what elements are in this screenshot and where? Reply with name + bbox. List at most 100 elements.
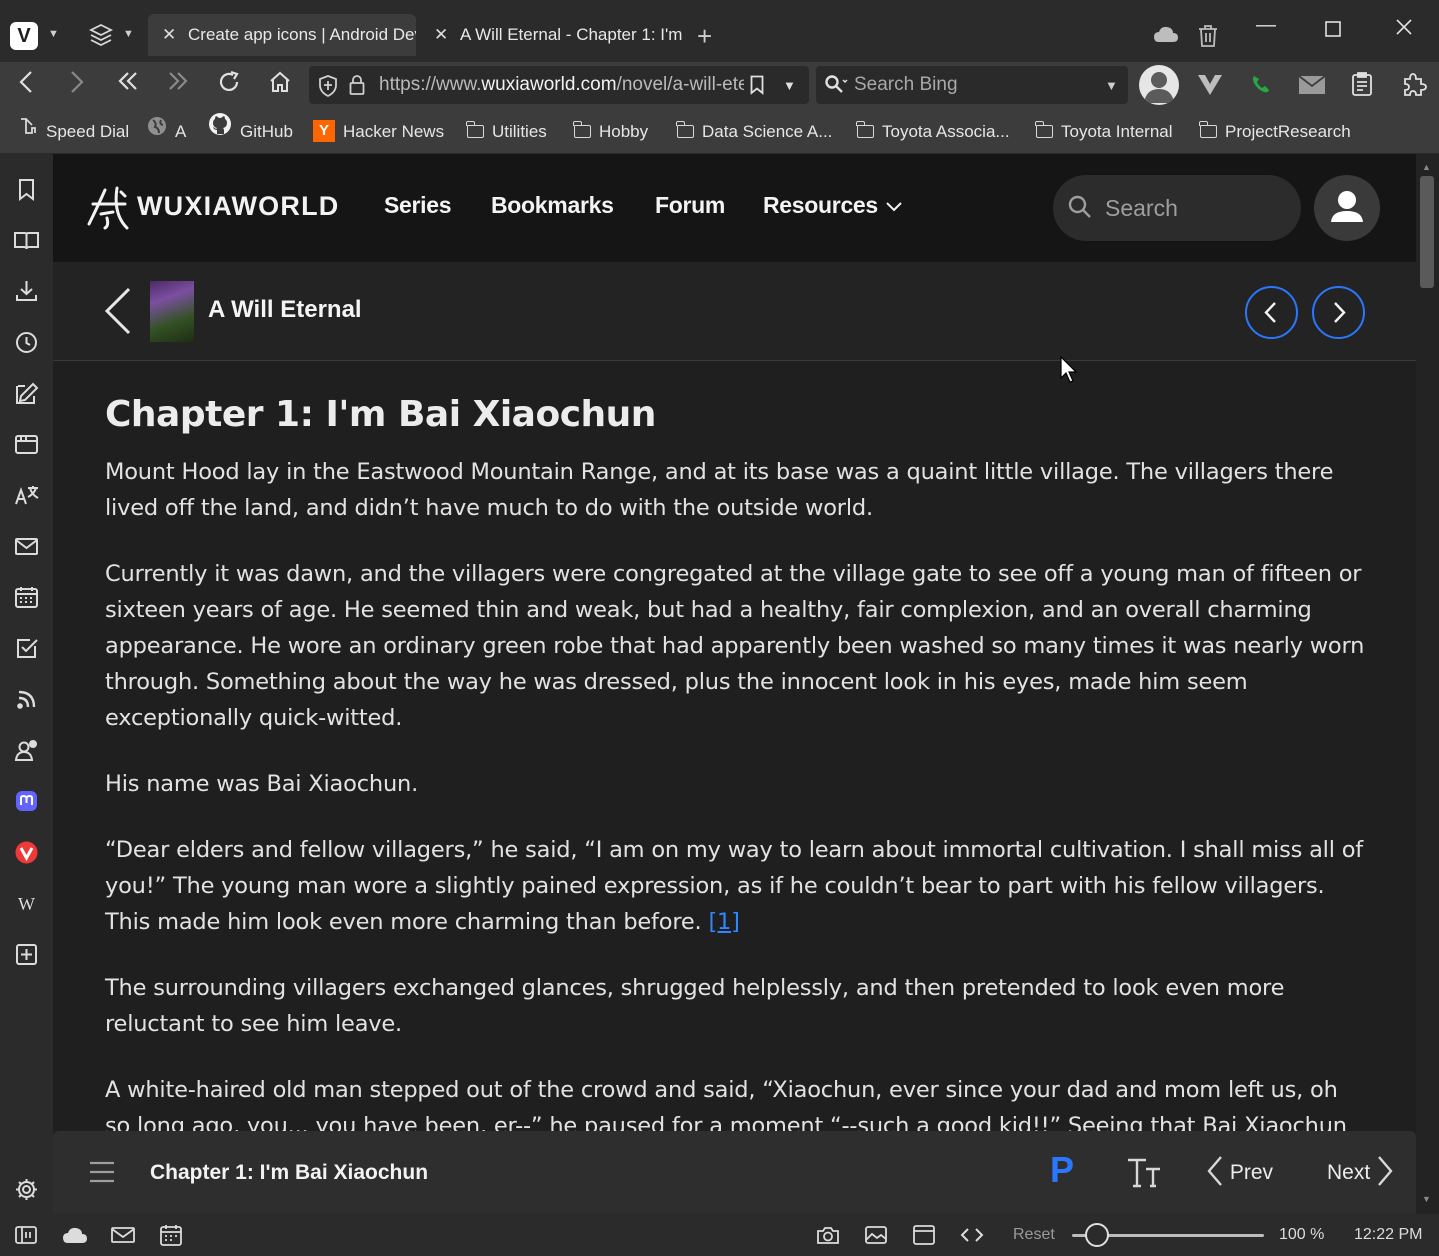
- bookmark-page-icon[interactable]: [750, 75, 764, 100]
- downloads-icon[interactable]: [13, 278, 40, 305]
- site-search-box[interactable]: Search: [1053, 175, 1301, 241]
- minimize-icon[interactable]: —: [1256, 14, 1276, 37]
- contacts-icon[interactable]: [13, 737, 40, 764]
- wuxiaworld-logo-icon[interactable]: [87, 184, 131, 232]
- new-tab-icon[interactable]: +: [697, 22, 712, 50]
- feeds-icon[interactable]: [13, 686, 40, 713]
- tasks-icon[interactable]: [13, 635, 40, 662]
- settings-gear-icon[interactable]: [13, 1176, 40, 1203]
- reading-list-icon[interactable]: [13, 227, 40, 254]
- bookmarks-panel-icon[interactable]: [13, 176, 40, 203]
- reload-icon[interactable]: [214, 70, 244, 102]
- zoom-reset-button[interactable]: Reset: [1013, 1214, 1055, 1256]
- vivaldi-v-icon[interactable]: [1197, 74, 1223, 101]
- chevron-down-icon[interactable]: ▼: [1105, 78, 1118, 93]
- scroll-up-icon[interactable]: ▲: [1422, 162, 1431, 172]
- next-chapter-link[interactable]: Next: [1327, 1131, 1394, 1214]
- bookmark-a[interactable]: A: [147, 108, 186, 156]
- trash-icon[interactable]: [1197, 24, 1219, 54]
- back-to-novel-icon[interactable]: [103, 286, 133, 341]
- reader-extension-icon[interactable]: [1350, 71, 1374, 102]
- tab-bar: V ▼ ▼ ✕ Create app icons | Android Devel…: [0, 0, 1439, 62]
- bookmark-folder-toyota-associa[interactable]: Toyota Associa...: [856, 108, 1010, 156]
- close-tab-icon[interactable]: ✕: [162, 14, 176, 56]
- close-window-icon[interactable]: [1395, 18, 1413, 42]
- user-account-icon[interactable]: [1314, 175, 1380, 241]
- nav-bookmarks[interactable]: Bookmarks: [491, 192, 614, 219]
- wikipedia-icon[interactable]: W: [13, 890, 40, 917]
- nav-series[interactable]: Series: [384, 192, 452, 219]
- scrollbar-thumb[interactable]: [1420, 176, 1434, 288]
- address-toolbar: https://www.wuxiaworld.com/novel/a-will-…: [0, 62, 1439, 108]
- back-icon[interactable]: [11, 70, 41, 102]
- tab-a-will-eternal[interactable]: ✕ A Will Eternal - Chapter 1: I'm Bai Xi…: [420, 14, 686, 56]
- page-tiling-icon[interactable]: [912, 1223, 936, 1247]
- chevron-down-icon[interactable]: ▼: [783, 78, 796, 93]
- nav-resources[interactable]: Resources: [763, 192, 904, 219]
- bookmark-folder-toyota-internal[interactable]: Toyota Internal: [1035, 108, 1173, 156]
- maximize-icon[interactable]: [1325, 20, 1341, 43]
- phone-extension-icon[interactable]: [1249, 72, 1273, 101]
- calendar-status-icon[interactable]: [159, 1223, 183, 1247]
- bookmark-folder-hobby[interactable]: Hobby: [573, 108, 648, 156]
- vivaldi-menu-icon[interactable]: V: [10, 22, 38, 50]
- bookmark-hacker-news[interactable]: Y Hacker News: [313, 108, 444, 156]
- menu-icon[interactable]: [88, 1161, 116, 1188]
- window-panel-icon[interactable]: [13, 431, 40, 458]
- nav-forum[interactable]: Forum: [655, 192, 725, 219]
- bookmark-speed-dial[interactable]: Speed Dial: [18, 108, 129, 156]
- footnote-link[interactable]: [1]: [708, 909, 739, 935]
- novel-title[interactable]: A Will Eternal: [208, 296, 362, 324]
- bookmark-folder-utilities[interactable]: Utilities: [466, 108, 547, 156]
- notes-icon[interactable]: [13, 380, 40, 407]
- next-chapter-button[interactable]: [1312, 286, 1365, 339]
- bookmark-github[interactable]: GitHub: [208, 108, 293, 156]
- capture-camera-icon[interactable]: [816, 1223, 840, 1247]
- paragraph: The surrounding villagers exchanged glan…: [105, 975, 1285, 1037]
- calendar-icon[interactable]: [13, 584, 40, 611]
- vivaldi-panel-icon[interactable]: [13, 839, 40, 866]
- bookmark-folder-projectresearch[interactable]: ProjectResearch: [1199, 108, 1351, 156]
- previous-chapter-button[interactable]: [1245, 286, 1298, 339]
- sync-cloud-icon[interactable]: [62, 1223, 87, 1247]
- url-field[interactable]: https://www.wuxiaworld.com/novel/a-will-…: [309, 66, 809, 104]
- text-size-icon[interactable]: [1126, 1156, 1162, 1193]
- shield-icon[interactable]: [318, 75, 338, 102]
- toggle-panel-icon[interactable]: [14, 1223, 38, 1247]
- cloud-sync-icon[interactable]: [1153, 25, 1179, 49]
- mail-icon[interactable]: [1298, 75, 1326, 100]
- page-actions-code-icon[interactable]: [960, 1223, 984, 1247]
- home-icon[interactable]: [265, 70, 295, 102]
- mail-panel-icon[interactable]: [13, 533, 40, 560]
- novel-cover-image[interactable]: [150, 281, 194, 342]
- search-placeholder: Search Bing: [854, 74, 958, 95]
- scroll-down-icon[interactable]: ▼: [1422, 1194, 1431, 1204]
- bookmark-folder-data-science[interactable]: Data Science A...: [676, 108, 832, 156]
- chevron-down-icon[interactable]: ▼: [48, 28, 59, 40]
- search-engine-field[interactable]: Search Bing ▼: [816, 66, 1128, 104]
- prev-chapter-link[interactable]: Prev: [1206, 1131, 1273, 1214]
- chevron-down-icon[interactable]: ▼: [123, 28, 134, 40]
- mail-status-icon[interactable]: [110, 1223, 135, 1247]
- paragraph: His name was Bai Xiaochun.: [105, 771, 419, 797]
- profile-avatar[interactable]: [1139, 65, 1179, 105]
- status-bar: Reset 100 % 12:22 PM: [0, 1214, 1439, 1256]
- paragraph-comments-toggle[interactable]: P: [1050, 1149, 1074, 1191]
- add-panel-icon[interactable]: [13, 941, 40, 968]
- tab-stack-icon[interactable]: [88, 22, 114, 48]
- history-icon[interactable]: [13, 329, 40, 356]
- search-icon[interactable]: [824, 74, 848, 101]
- close-tab-icon[interactable]: ✕: [434, 14, 448, 56]
- fast-forward-icon[interactable]: [163, 70, 193, 100]
- site-logo-text[interactable]: WUXIAWORLD: [137, 191, 339, 222]
- translate-icon[interactable]: [13, 482, 40, 509]
- images-icon[interactable]: [864, 1223, 888, 1247]
- tab-android-developers[interactable]: ✕ Create app icons | Android Developers: [148, 14, 416, 56]
- mastodon-icon[interactable]: [13, 788, 40, 815]
- rewind-icon[interactable]: [113, 70, 143, 100]
- zoom-slider-knob[interactable]: [1084, 1223, 1109, 1247]
- lock-icon[interactable]: [349, 74, 365, 101]
- forward-icon[interactable]: [62, 70, 92, 102]
- page-scrollbar[interactable]: ▲ ▼: [1416, 154, 1439, 1214]
- extensions-puzzle-icon[interactable]: [1401, 71, 1427, 102]
